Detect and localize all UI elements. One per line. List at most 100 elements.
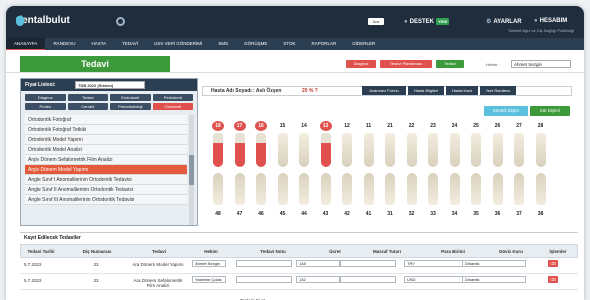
rate-select[interactable]: Dinamik bbox=[462, 260, 526, 267]
hekim-select[interactable]: Ahmet Sezgin bbox=[192, 260, 226, 267]
tooth-number-46[interactable]: 46 bbox=[255, 209, 267, 219]
tooth-number-47[interactable]: 47 bbox=[234, 209, 246, 219]
tooth-upper-26[interactable] bbox=[492, 133, 503, 167]
tooth-number-38[interactable]: 38 bbox=[535, 209, 547, 219]
tooth-lower-47[interactable] bbox=[234, 173, 245, 205]
tooth-number-15[interactable]: 15 bbox=[277, 121, 289, 131]
hekim-select[interactable]: Ahmet Sezgin bbox=[511, 60, 571, 68]
nav-raporlar[interactable]: RAPORLAR bbox=[304, 38, 345, 50]
tooth-upper-18[interactable] bbox=[213, 133, 223, 167]
tooth-lower-46[interactable] bbox=[256, 173, 266, 205]
fee-input[interactable]: 132 bbox=[296, 276, 340, 283]
cat-tedavi[interactable]: Tedavi bbox=[67, 94, 108, 101]
tooth-number-17[interactable]: 17 bbox=[233, 121, 246, 131]
tooth-upper-17[interactable] bbox=[234, 133, 245, 167]
cat-endodonti[interactable]: Endodonti bbox=[110, 94, 151, 101]
tooth-lower-41[interactable] bbox=[363, 173, 374, 205]
list-item[interactable]: Ortodontik Fotoğraf bbox=[25, 115, 187, 125]
tooth-number-16[interactable]: 16 bbox=[255, 121, 267, 131]
list-item-selected[interactable]: Arşiv Dönem Model Yapımı bbox=[25, 165, 187, 175]
tooth-number-35[interactable]: 35 bbox=[470, 209, 482, 219]
hekim-select[interactable]: Yasemin Çolak bbox=[192, 276, 226, 283]
list-item[interactable]: Angle Sınıf III Anomalilerinin Ortodonti… bbox=[25, 195, 187, 205]
tooth-upper-25[interactable] bbox=[471, 133, 481, 167]
tooth-lower-31[interactable] bbox=[385, 173, 395, 205]
settings-gear-icon[interactable] bbox=[116, 17, 125, 26]
tooth-number-48[interactable]: 48 bbox=[212, 209, 224, 219]
nav-randevu[interactable]: RANDEVU bbox=[45, 38, 83, 50]
tooth-upper-13[interactable] bbox=[320, 133, 331, 167]
tooth-number-41[interactable]: 41 bbox=[363, 209, 375, 219]
tooth-number-22[interactable]: 22 bbox=[406, 121, 418, 131]
tooth-number-18[interactable]: 18 bbox=[212, 121, 224, 131]
tooth-upper-27[interactable] bbox=[514, 133, 524, 167]
nav-gorusme[interactable]: GÖRÜŞME bbox=[236, 38, 275, 50]
cat-ortodonti[interactable]: Ortodonti bbox=[152, 103, 193, 110]
list-item[interactable]: Arşiv Dönem Sefalometrik Film Analizi bbox=[25, 155, 187, 165]
tooth-number-21[interactable]: 21 bbox=[384, 121, 396, 131]
tooth-lower-42[interactable] bbox=[342, 173, 352, 205]
tooth-number-11[interactable]: 11 bbox=[363, 121, 375, 131]
expense-input[interactable] bbox=[340, 260, 396, 267]
tooth-upper-12[interactable] bbox=[342, 133, 352, 167]
currency-select[interactable]: USD bbox=[404, 276, 468, 283]
tooth-lower-33[interactable] bbox=[428, 173, 438, 205]
tooth-number-44[interactable]: 44 bbox=[298, 209, 310, 219]
treatment-plan-button[interactable]: Tedavi Planlaması bbox=[380, 60, 432, 68]
tooth-upper-11[interactable] bbox=[363, 133, 374, 167]
tooth-number-37[interactable]: 37 bbox=[513, 209, 525, 219]
cat-protez[interactable]: Protez bbox=[25, 103, 66, 110]
treatment-note-input[interactable] bbox=[236, 276, 292, 283]
tooth-upper-28[interactable] bbox=[535, 133, 546, 167]
list-item[interactable]: Ortodontik Model Analizi bbox=[25, 145, 187, 155]
currency-select[interactable]: TRY bbox=[404, 260, 468, 267]
permanent-teeth-toggle[interactable]: Sürekli Dişler bbox=[484, 106, 528, 116]
settings-link[interactable]: ⚙ AYARLAR bbox=[486, 18, 522, 26]
nav-uss[interactable]: USS VERİ GÖNDERİMİ bbox=[146, 38, 210, 50]
tooth-lower-38[interactable] bbox=[535, 173, 546, 205]
tooth-upper-24[interactable] bbox=[449, 133, 460, 167]
tooth-upper-23[interactable] bbox=[428, 133, 438, 167]
nav-giderler[interactable]: GİDERLER bbox=[344, 38, 383, 50]
account-link[interactable]: ● HESABIM bbox=[534, 18, 567, 24]
tedavi-button[interactable]: Tedavi bbox=[436, 60, 464, 68]
tooth-number-14[interactable]: 14 bbox=[298, 121, 310, 131]
expense-input[interactable] bbox=[340, 276, 396, 283]
patient-card-button[interactable]: Hasta Kartı bbox=[446, 86, 478, 95]
nav-anasayfa[interactable]: ANASAYFA bbox=[6, 38, 46, 50]
tooth-number-24[interactable]: 24 bbox=[449, 121, 461, 131]
tooth-lower-34[interactable] bbox=[449, 173, 460, 205]
list-item[interactable]: Angle Sınıf II Anomalilerinin Ortodontik… bbox=[25, 185, 187, 195]
tooth-lower-43[interactable] bbox=[320, 173, 331, 205]
tooth-lower-48[interactable] bbox=[213, 173, 223, 205]
milk-teeth-toggle[interactable]: Süt Dişleri bbox=[530, 106, 570, 116]
tooth-upper-15[interactable] bbox=[277, 133, 288, 167]
tooth-upper-14[interactable] bbox=[299, 133, 309, 167]
delete-button[interactable]: ⌫ bbox=[548, 260, 558, 267]
tooth-lower-45[interactable] bbox=[277, 173, 288, 205]
patient-info-button[interactable]: Hasta Bilgileri bbox=[408, 86, 444, 95]
list-item[interactable]: Angle Sınıf I Anomalilerinin Ortodontik … bbox=[25, 175, 187, 185]
delete-button[interactable]: ⌫ bbox=[548, 276, 558, 283]
tooth-number-12[interactable]: 12 bbox=[341, 121, 353, 131]
tooth-number-33[interactable]: 33 bbox=[427, 209, 439, 219]
tooth-number-28[interactable]: 28 bbox=[535, 121, 547, 131]
fee-input[interactable]: 148 bbox=[296, 260, 340, 267]
logo[interactable]: dentalbulut bbox=[16, 15, 70, 26]
nav-hasta[interactable]: HASTA bbox=[83, 38, 114, 50]
tooth-number-45[interactable]: 45 bbox=[277, 209, 289, 219]
tooth-lower-32[interactable] bbox=[406, 173, 417, 205]
tooth-number-31[interactable]: 31 bbox=[384, 209, 396, 219]
list-item[interactable]: Ortodontik Model Yapımı bbox=[25, 135, 187, 145]
tooth-number-23[interactable]: 23 bbox=[427, 121, 439, 131]
cat-periodontoloji[interactable]: Periodontoloji bbox=[110, 103, 151, 110]
rate-select[interactable]: Dinamik bbox=[462, 276, 526, 283]
treatment-note-input[interactable] bbox=[236, 260, 292, 267]
price-list-select[interactable]: TDB 2022 (Sistem) bbox=[75, 81, 145, 89]
nav-stok[interactable]: STOK bbox=[275, 38, 303, 50]
cat-diagnoz[interactable]: Diagnoz bbox=[25, 94, 66, 101]
tooth-number-27[interactable]: 27 bbox=[513, 121, 525, 131]
support-link[interactable]: ● DESTEK YENİ bbox=[404, 18, 450, 25]
tooth-number-43[interactable]: 43 bbox=[320, 209, 332, 219]
tooth-number-26[interactable]: 26 bbox=[492, 121, 504, 131]
